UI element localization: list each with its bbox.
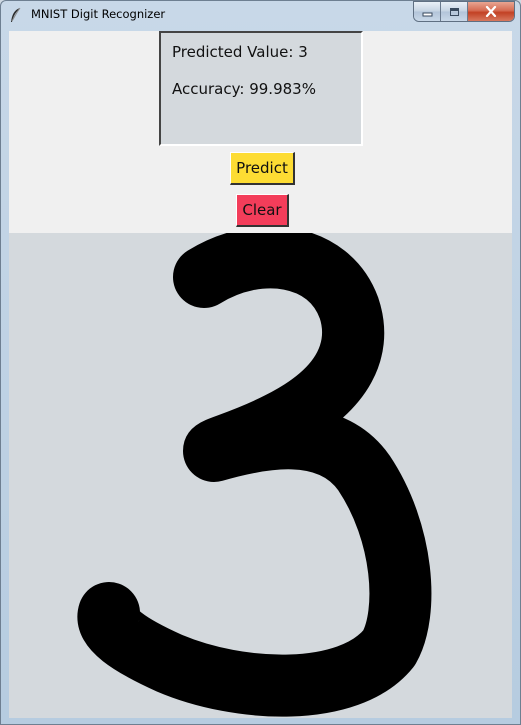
accuracy-label: Accuracy: 99.983% (172, 80, 316, 98)
app-window: MNIST Digit Recognizer Predicted Value: … (0, 0, 521, 725)
maximize-button[interactable] (441, 2, 468, 21)
predicted-value-label: Predicted Value: 3 (172, 43, 308, 61)
window-title: MNIST Digit Recognizer (31, 7, 166, 21)
close-button[interactable] (468, 2, 514, 21)
drawing-canvas[interactable] (9, 233, 512, 718)
title-bar[interactable]: MNIST Digit Recognizer (1, 1, 520, 28)
clear-button[interactable]: Clear (236, 194, 289, 227)
window-controls (414, 2, 514, 21)
minimize-icon (422, 2, 433, 21)
result-panel: Predicted Value: 3 Accuracy: 99.983% (159, 31, 363, 146)
minimize-button[interactable] (414, 2, 441, 21)
client-area: Predicted Value: 3 Accuracy: 99.983% Pre… (9, 31, 512, 718)
predict-button[interactable]: Predict (230, 152, 295, 185)
close-icon (485, 2, 497, 21)
feather-icon (9, 7, 23, 23)
drawn-digit (77, 233, 432, 717)
maximize-icon (449, 2, 460, 21)
